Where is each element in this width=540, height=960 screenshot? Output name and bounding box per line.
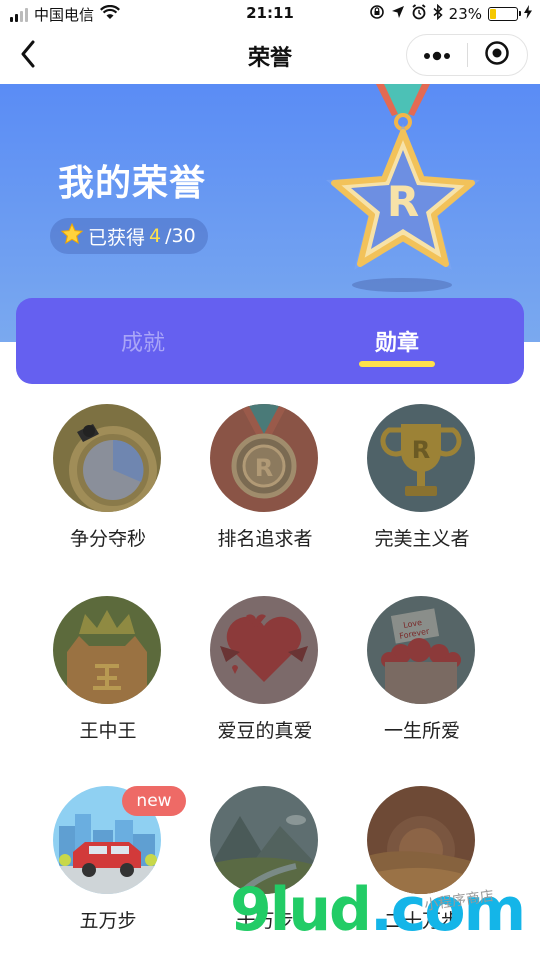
svg-text:R: R (387, 177, 419, 226)
rotation-lock-icon (369, 4, 385, 24)
svg-text:R: R (412, 436, 430, 464)
medal-icon: R (210, 404, 318, 512)
status-right: 23% (369, 3, 532, 24)
badge-item[interactable]: new 五万步 (28, 786, 188, 946)
tab-badges[interactable]: 勋章 (270, 298, 524, 384)
badge-item[interactable]: 爱豆的真爱 (185, 596, 345, 756)
location-icon (391, 5, 405, 23)
badge-item[interactable]: R 排名追求者 (185, 404, 345, 564)
miniprogram-capsule (406, 34, 528, 76)
badge-item[interactable]: Love Forever 一生所爱 (342, 596, 502, 756)
status-bar: 中国电信 21:11 23% (0, 0, 540, 28)
badge-label: 王中王 (79, 720, 137, 742)
star-medal-icon: R (326, 84, 480, 270)
more-dots-icon (422, 46, 452, 65)
heart-icon (210, 596, 318, 704)
nav-bar: 荣誉 (0, 28, 540, 84)
medal-shadow (352, 278, 452, 292)
earned-total: /30 (165, 225, 196, 247)
alarm-icon (411, 4, 427, 24)
star-icon (60, 222, 84, 251)
earned-count-pill: 已获得 4 /30 (50, 218, 208, 254)
new-badge: new (122, 786, 186, 816)
badge-label: 一生所爱 (383, 720, 460, 742)
badge-label: 五万步 (79, 910, 137, 932)
earned-label: 已获得 (88, 226, 146, 249)
badge-item[interactable]: R 完美主义者 (342, 404, 502, 564)
bluetooth-icon (433, 3, 443, 24)
badge-item[interactable]: 争分夺秒 (28, 404, 188, 564)
badge-label: 排名追求者 (217, 528, 313, 550)
more-button[interactable] (407, 35, 467, 75)
crown-cat-icon (53, 596, 161, 704)
badge-label: 完美主义者 (374, 528, 470, 550)
tab-achievements[interactable]: 成就 (16, 298, 270, 384)
trophy-icon: R (367, 404, 475, 512)
battery-icon (488, 7, 521, 21)
charging-icon (524, 5, 532, 23)
active-tab-indicator (359, 361, 435, 367)
battery-percent: 23% (448, 5, 482, 23)
badge-label: 爱豆的真爱 (217, 720, 313, 742)
svg-text:R: R (255, 454, 273, 482)
earned-count: 4 (149, 225, 162, 247)
love-forever-icon: Love Forever (367, 596, 475, 704)
stopwatch-icon (53, 404, 161, 512)
tab-bar: 成就 勋章 (16, 298, 524, 384)
badge-label: 争分夺秒 (69, 528, 146, 550)
target-close-icon (484, 40, 510, 70)
close-button[interactable] (468, 35, 528, 75)
hero-title: 我的荣誉 (58, 163, 207, 204)
badge-item[interactable]: 王中王 (28, 596, 188, 756)
